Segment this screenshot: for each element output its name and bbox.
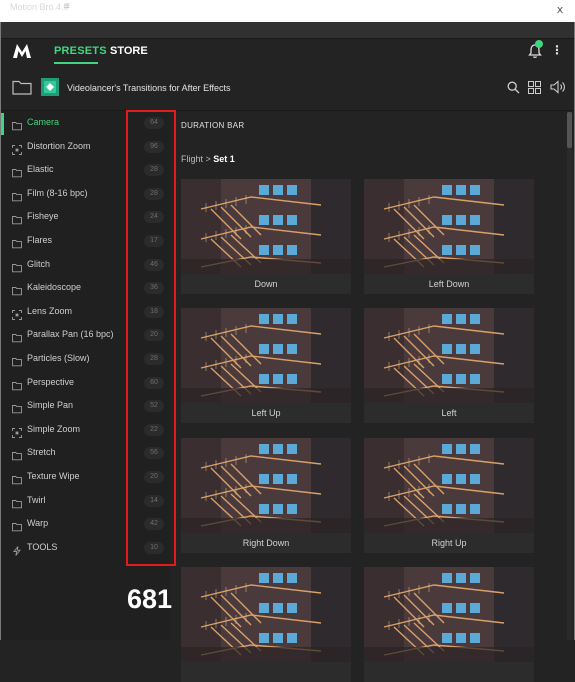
folder-icon [12, 260, 22, 272]
preset-card[interactable]: Left Up [181, 308, 351, 423]
preset-thumbnail [364, 567, 534, 662]
folder-icon[interactable] [12, 79, 32, 95]
zoom-frame-icon [12, 307, 22, 320]
preset-card-label: Right Down [242, 538, 290, 548]
preset-grid: Down Left Down Left Up Left Right Down Right … [172, 111, 567, 682]
folder-icon [12, 519, 22, 532]
sidebar-item-label: Perspective [27, 376, 75, 387]
sidebar-item-label: Parallax Pan (16 bpc) [27, 329, 114, 340]
preset-card-label: Left Up [251, 408, 281, 418]
preset-thumbnail [181, 567, 351, 662]
motion-bro-logo-icon[interactable] [12, 42, 32, 60]
folder-icon [12, 496, 22, 508]
lightning-icon [12, 543, 22, 556]
preset-thumbnail [364, 179, 534, 274]
sidebar-item-label: Particles (Slow) [27, 353, 90, 363]
panel-menu-icon[interactable]: ≡ [64, 1, 70, 12]
preset-thumbnail [181, 179, 351, 274]
sidebar-item-label: Kaleidoscope [27, 282, 82, 293]
sidebar-item-label: Camera [27, 117, 60, 127]
sidebar-item-label: Film (8-16 bpc) [27, 187, 88, 198]
more-options-icon[interactable]: ⋮ [551, 44, 563, 56]
scrollbar-thumb[interactable] [567, 112, 572, 148]
folder-icon [12, 212, 22, 225]
product-title: Videolancer's Transitions for After Effe… [67, 83, 231, 93]
preset-card[interactable]: Left [364, 308, 534, 423]
preset-thumbnail [181, 438, 351, 533]
grid-view-icon[interactable] [528, 81, 541, 94]
folder-icon [12, 448, 22, 461]
sidebar-item-label: Twirl [27, 494, 46, 505]
notification-badge [535, 40, 543, 48]
folder-icon [12, 472, 22, 485]
folder-icon [12, 236, 22, 249]
preset-card[interactable] [181, 567, 351, 682]
folder-icon [12, 401, 22, 414]
preset-card[interactable]: Right Up [364, 438, 534, 553]
preset-card-label: Left [441, 408, 457, 418]
search-icon[interactable] [507, 81, 520, 94]
preset-card-label: Right Up [431, 538, 467, 548]
tab-active-indicator [54, 62, 98, 64]
total-count: 681 [127, 584, 173, 614]
sidebar-item-label: Stretch [27, 447, 56, 458]
folder-icon [12, 330, 22, 343]
sidebar-item-label: Warp [27, 518, 49, 529]
preset-card[interactable]: Right Down [181, 438, 351, 553]
preset-thumbnail [364, 308, 534, 403]
preset-thumbnail [364, 438, 534, 533]
window-titlebar [0, 0, 575, 23]
zoom-frame-icon [12, 425, 22, 438]
scrollbar-track[interactable] [567, 112, 572, 640]
sidebar-item-label: Simple Zoom [27, 423, 81, 434]
sidebar-item-label: Simple Pan [27, 400, 74, 411]
sidebar-item-label: Flares [27, 235, 53, 245]
sidebar-item-label: Fisheye [27, 211, 59, 222]
zoom-frame-icon [12, 142, 22, 155]
folder-icon [12, 283, 22, 296]
sidebar-item-label: Elastic [27, 164, 54, 175]
sound-icon[interactable] [550, 80, 566, 94]
count-highlight-box [126, 110, 176, 566]
tab-presets[interactable]: PRESETS [54, 45, 107, 57]
panel-title: Motion Bro 4.0 [10, 2, 69, 12]
folder-icon [12, 165, 22, 178]
preset-card[interactable]: Down [181, 179, 351, 294]
sidebar-item-label: Distortion Zoom [27, 140, 91, 151]
folder-icon [12, 189, 22, 202]
sidebar-item-label: TOOLS [27, 541, 58, 552]
sidebar-item-label: Glitch [27, 258, 51, 269]
preset-card[interactable]: Left Down [364, 179, 534, 294]
folder-icon [12, 378, 22, 390]
product-logo-icon[interactable] [41, 78, 59, 96]
preset-card[interactable] [364, 567, 534, 682]
tab-store[interactable]: STORE [110, 45, 148, 57]
folder-icon [12, 354, 22, 367]
sidebar-item-label: Texture Wipe [27, 471, 80, 481]
preset-card-label: Down [254, 279, 278, 289]
sidebar-item-label: Lens Zoom [27, 305, 73, 316]
folder-icon [12, 118, 22, 131]
window-close-button[interactable]: x [553, 3, 567, 17]
panel-header [1, 22, 574, 39]
preset-card-label: Left Down [428, 279, 470, 289]
preset-thumbnail [181, 308, 351, 403]
